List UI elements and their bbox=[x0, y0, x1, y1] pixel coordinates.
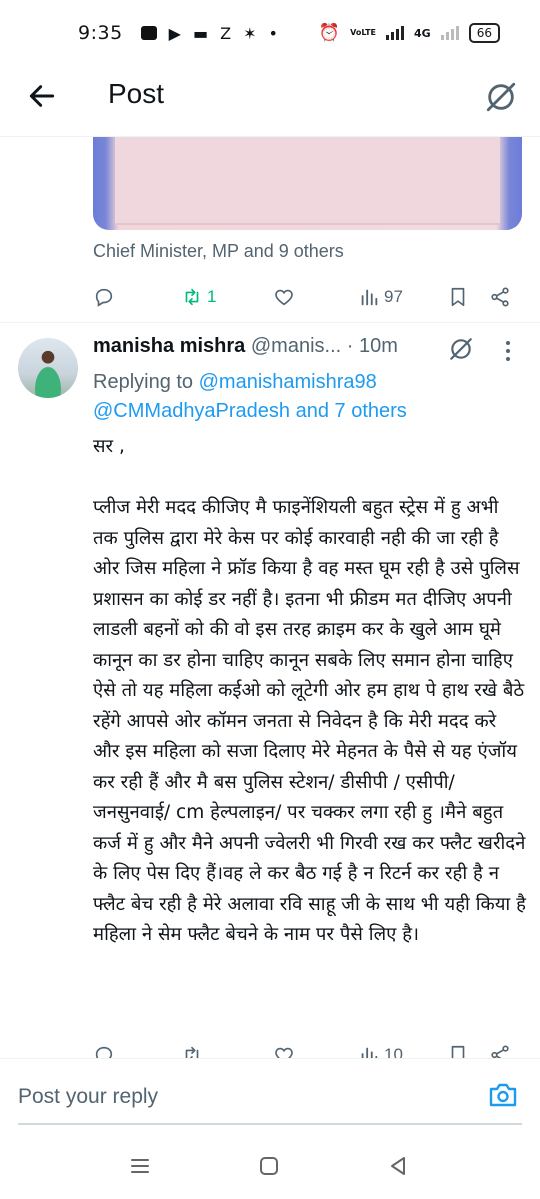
document-photo bbox=[115, 137, 500, 225]
mention-link[interactable]: @manishamishra98 bbox=[199, 371, 377, 393]
display-name[interactable]: manisha mishra bbox=[93, 335, 245, 357]
views-icon bbox=[361, 289, 378, 306]
views-button[interactable]: 97 bbox=[358, 286, 403, 308]
volte-icon: VoLTE bbox=[350, 28, 377, 37]
youtube-icon: ▶ bbox=[168, 23, 181, 43]
reply-icon bbox=[95, 288, 113, 307]
replying-prefix: Replying to bbox=[93, 371, 194, 393]
user-handle[interactable]: @manis... bbox=[251, 335, 341, 357]
reply-composer: Post your reply bbox=[0, 1058, 540, 1132]
z-app-icon: Z bbox=[220, 23, 232, 43]
mentions-text[interactable]: Chief Minister, MP and 9 others bbox=[93, 241, 344, 262]
views-count: 97 bbox=[384, 287, 403, 306]
retweet-count: 1 bbox=[207, 287, 217, 306]
share-icon bbox=[491, 287, 509, 307]
bookmark-button[interactable] bbox=[447, 286, 469, 308]
avatar[interactable] bbox=[18, 338, 78, 398]
status-time: 9:35 bbox=[78, 22, 123, 44]
like-button[interactable] bbox=[273, 286, 295, 308]
alarm-icon: ⏰ bbox=[318, 23, 341, 43]
back-nav-icon[interactable] bbox=[386, 1154, 410, 1178]
grok-icon[interactable] bbox=[448, 336, 474, 362]
post-action-bar: 1 97 bbox=[93, 283, 522, 311]
composer-underline bbox=[18, 1123, 522, 1125]
sparkle-icon: ✶ bbox=[243, 23, 257, 43]
network-type: 4G bbox=[414, 26, 431, 40]
post-divider bbox=[0, 322, 540, 323]
reply-text: सर , प्लीज मेरी मदद कीजिए मै फाइनेंशियली… bbox=[93, 436, 526, 945]
mention-link-others[interactable]: @CMMadhyaPradesh and 7 others bbox=[93, 400, 407, 422]
page-title: Post bbox=[108, 78, 165, 109]
dot-icon: • bbox=[268, 23, 278, 43]
app-notification-icon bbox=[140, 26, 157, 40]
retweet-button[interactable]: 1 bbox=[181, 286, 216, 308]
reply-button[interactable] bbox=[93, 286, 115, 308]
heart-icon bbox=[275, 289, 293, 306]
top-app-bar: Post bbox=[0, 66, 540, 137]
bookmark-icon bbox=[451, 287, 465, 307]
back-arrow-icon[interactable] bbox=[26, 80, 58, 112]
dash-icon: ▬ bbox=[192, 23, 209, 43]
system-nav-bar bbox=[0, 1132, 540, 1199]
recent-apps-icon[interactable] bbox=[128, 1154, 152, 1178]
status-bar: 9:35 ▶ ▬ Z ✶ • ⏰ VoLTE 4G 66 bbox=[0, 0, 540, 66]
signal-2-icon bbox=[440, 26, 459, 40]
post-media-image[interactable] bbox=[93, 137, 522, 230]
signal-icon bbox=[386, 26, 405, 40]
retweet-icon bbox=[185, 288, 199, 306]
share-button[interactable] bbox=[489, 286, 511, 308]
more-options-icon[interactable] bbox=[504, 340, 512, 362]
post-time: · 10m bbox=[346, 335, 398, 357]
replying-to: Replying to @manishamishra98 @CMMadhyaPr… bbox=[93, 368, 407, 426]
grok-icon[interactable] bbox=[484, 80, 518, 114]
battery-indicator: 66 bbox=[468, 23, 500, 43]
camera-icon[interactable] bbox=[488, 1081, 518, 1109]
reply-input[interactable]: Post your reply bbox=[18, 1085, 158, 1109]
home-icon[interactable] bbox=[257, 1154, 281, 1178]
